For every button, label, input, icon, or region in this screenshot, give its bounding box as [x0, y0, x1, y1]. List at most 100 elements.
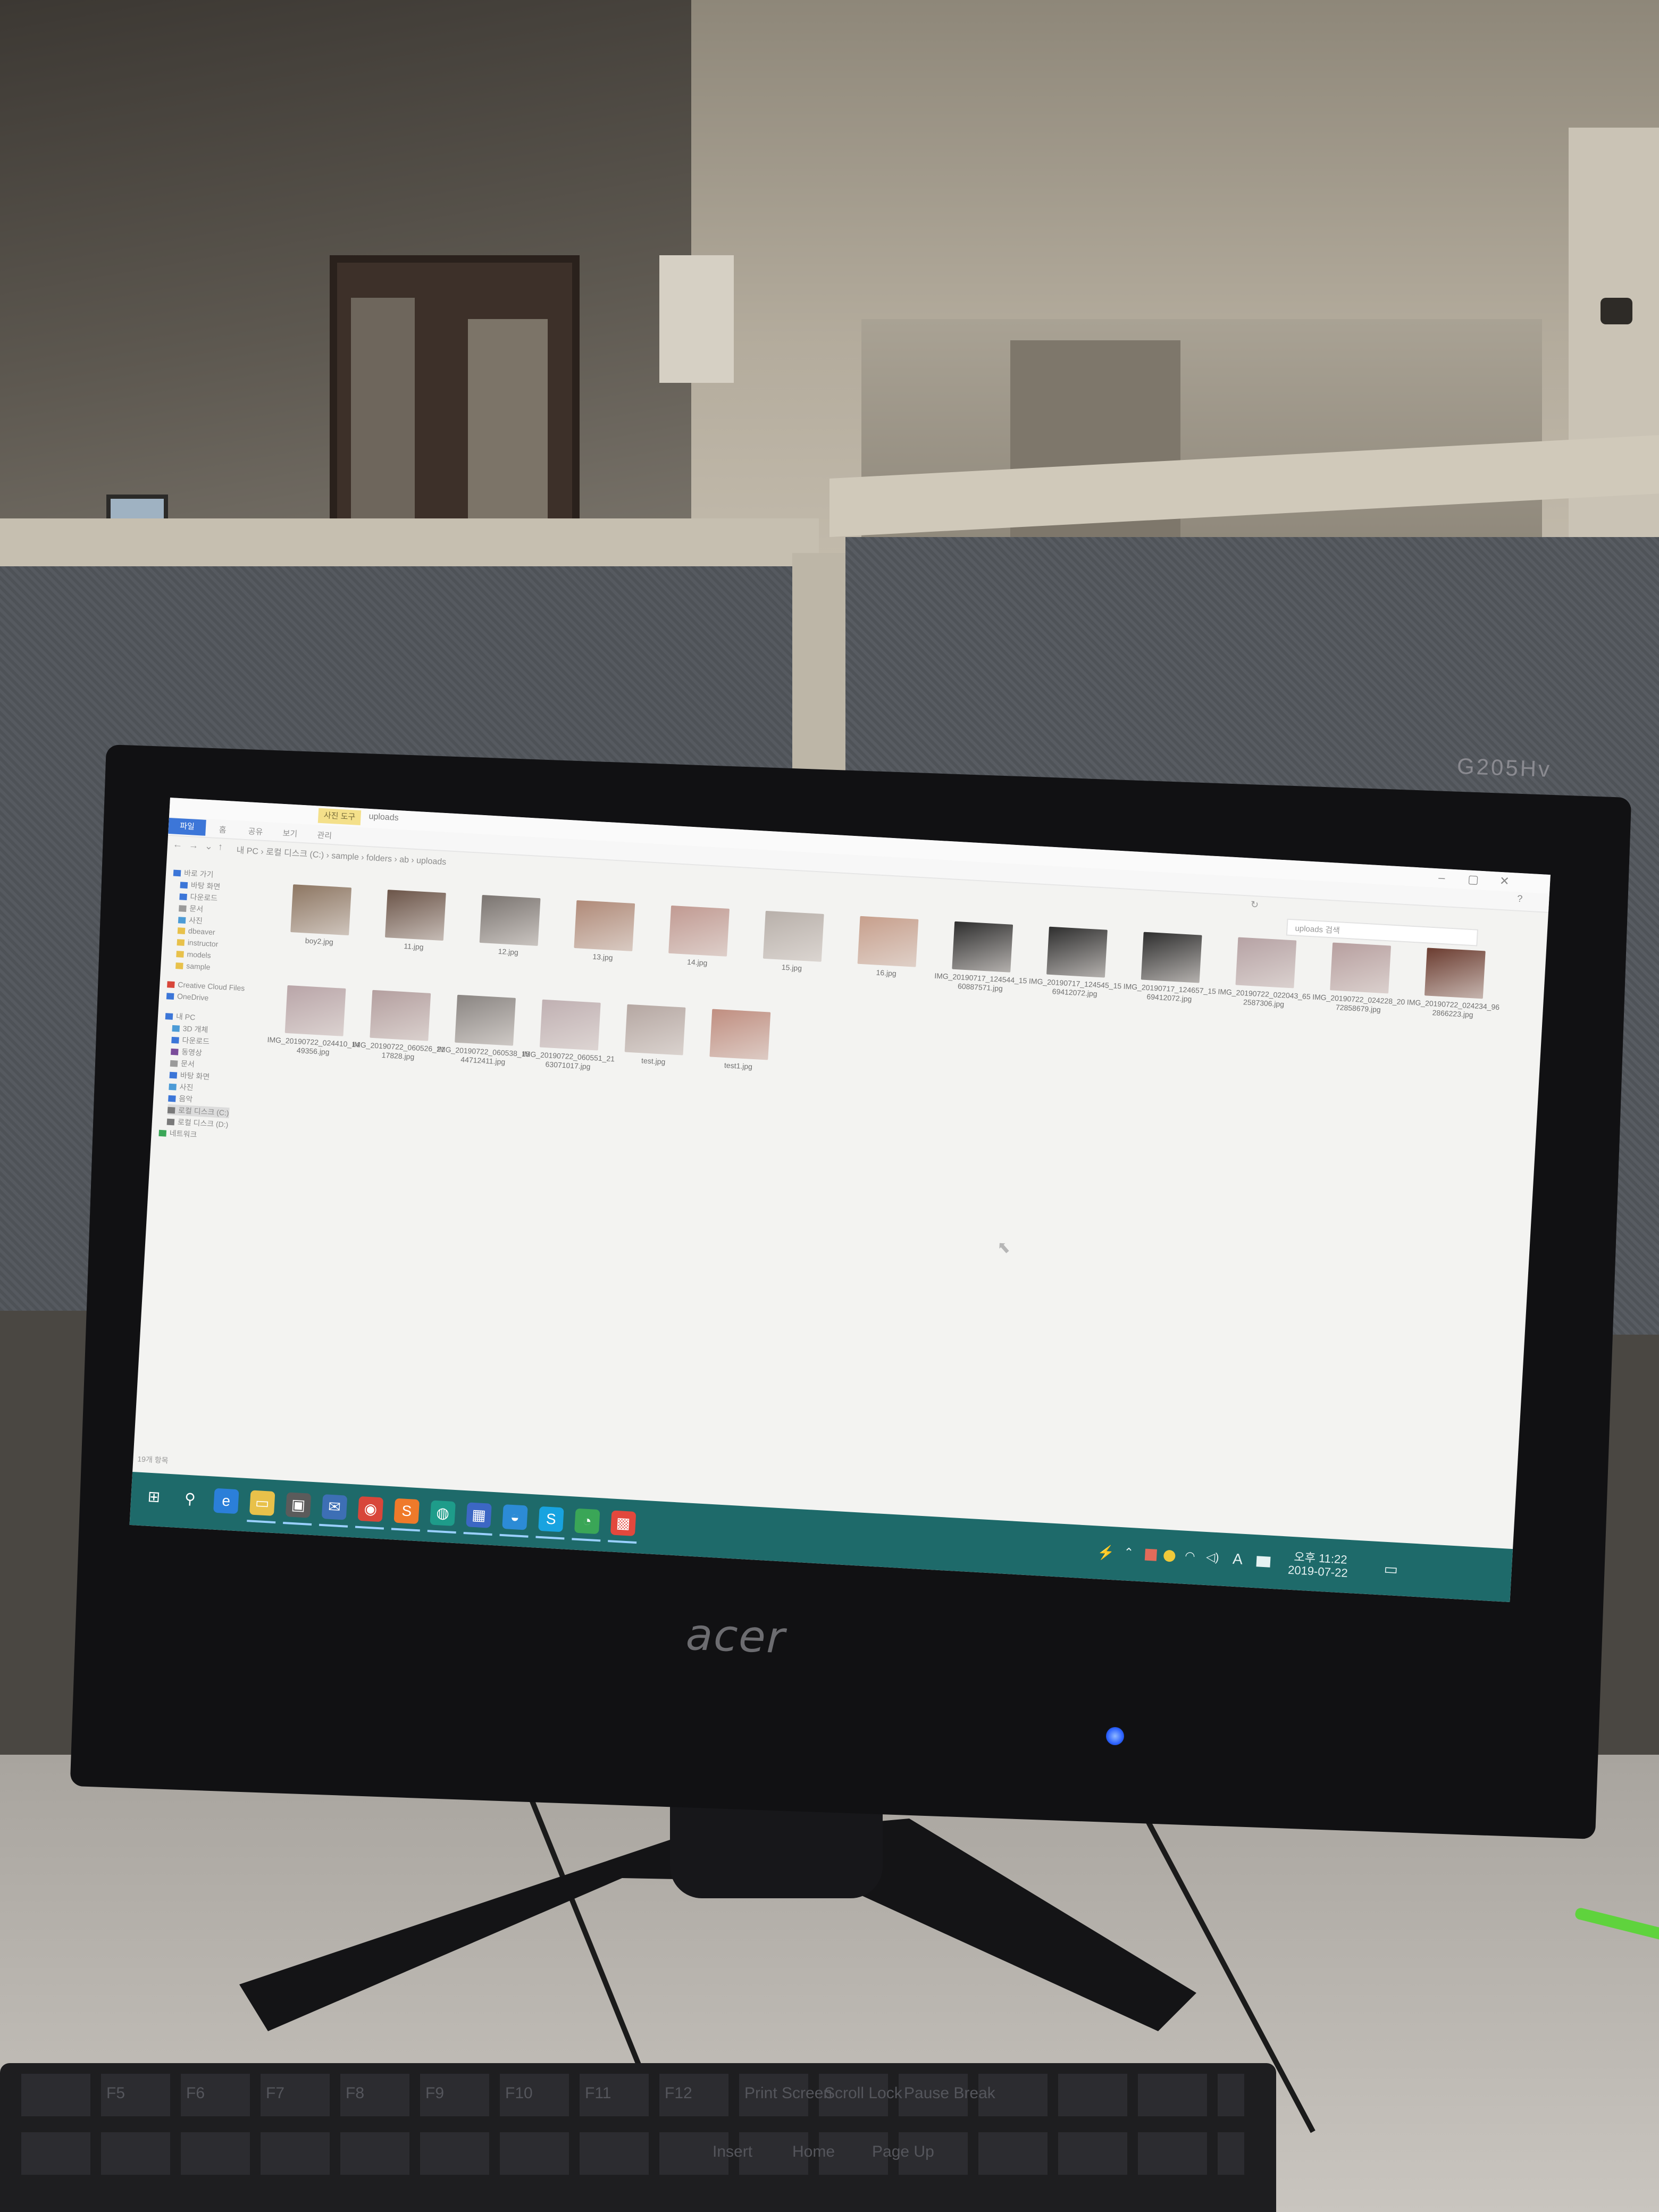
breadcrumb-item[interactable]: 내 PC — [236, 846, 258, 856]
breadcrumb-item[interactable]: sample — [331, 851, 359, 862]
file-thumbnail[interactable] — [668, 905, 730, 957]
ribbon-tab-home[interactable]: 홈 — [219, 824, 227, 835]
app-red-icon[interactable]: ▩ — [610, 1510, 636, 1536]
app-globe-icon[interactable]: ◒ — [502, 1504, 528, 1530]
breadcrumb-item[interactable]: folders — [366, 853, 392, 864]
mail-icon[interactable]: ✉ — [321, 1494, 348, 1520]
sublime-icon[interactable]: S — [393, 1498, 420, 1524]
chrome-icon[interactable]: ◉ — [357, 1496, 384, 1522]
search-icon[interactable]: ⚲ — [177, 1486, 203, 1512]
file-item[interactable]: IMG_20190722_024234_962866223.jpg — [1405, 946, 1504, 1021]
help-icon[interactable]: ? — [1517, 893, 1523, 905]
ribbon-tab-share[interactable]: 공유 — [248, 825, 263, 837]
tray-app-icon[interactable] — [1163, 1549, 1176, 1562]
nav-item[interactable]: 동영상 — [170, 1046, 203, 1058]
skype-icon[interactable]: S — [538, 1506, 564, 1532]
file-thumbnail[interactable] — [539, 999, 601, 1051]
nav-item[interactable]: OneDrive — [166, 991, 209, 1002]
file-item[interactable]: IMG_20190722_060551_2163071017.jpg — [520, 999, 619, 1073]
app-blue-icon[interactable]: ▦ — [466, 1502, 492, 1528]
nav-item[interactable]: 음악 — [168, 1093, 193, 1105]
nav-item[interactable]: instructor — [177, 937, 219, 948]
file-thumbnail[interactable] — [1424, 948, 1486, 999]
ribbon-tab-view[interactable]: 보기 — [282, 827, 298, 840]
ribbon-file-tab[interactable]: 파일 — [168, 817, 206, 836]
file-item[interactable]: test.jpg — [605, 1003, 704, 1069]
file-item[interactable]: IMG_20190722_022043_652587306.jpg — [1216, 936, 1315, 1011]
file-thumbnail[interactable] — [574, 900, 635, 951]
picture-tools-tab[interactable]: 사진 도구 — [317, 808, 362, 826]
file-item[interactable]: IMG_20190722_024228_2072858679.jpg — [1310, 942, 1410, 1016]
nav-item[interactable]: sample — [175, 961, 211, 971]
file-item[interactable]: 13.jpg — [555, 899, 653, 965]
tray-chevron-icon[interactable]: ⌃ — [1124, 1545, 1134, 1560]
file-thumbnail[interactable] — [284, 985, 346, 1036]
file-item[interactable]: 12.jpg — [460, 894, 559, 959]
nav-item[interactable]: 3D 개체 — [172, 1023, 208, 1035]
file-thumbnail[interactable] — [370, 990, 431, 1041]
store-icon[interactable]: ▣ — [285, 1492, 312, 1518]
edge-icon[interactable]: e — [213, 1488, 239, 1514]
nav-item[interactable]: 바로 가기 — [173, 867, 214, 880]
nav-item[interactable]: 내 PC — [165, 1010, 196, 1023]
nav-item[interactable]: 다운로드 — [171, 1034, 210, 1047]
ribbon-tab-manage[interactable]: 관리 — [317, 830, 332, 842]
start-icon[interactable]: ⊞ — [141, 1484, 166, 1510]
nav-item[interactable]: dbeaver — [177, 926, 215, 936]
file-item[interactable]: test1.jpg — [690, 1008, 789, 1074]
nav-item[interactable]: 바탕 화면 — [180, 879, 221, 892]
file-item[interactable]: IMG_20190717_124544_1560887571.jpg — [932, 920, 1032, 995]
file-item[interactable]: boy2.jpg — [271, 883, 370, 949]
nav-item[interactable]: 문서 — [170, 1058, 195, 1070]
clock-date[interactable]: 2019-07-22 — [1287, 1563, 1348, 1580]
file-item[interactable]: IMG_20190717_124545_1569412072.jpg — [1027, 926, 1126, 1000]
file-thumbnail[interactable] — [952, 921, 1013, 973]
file-thumbnail[interactable] — [709, 1009, 771, 1060]
nav-item[interactable]: Creative Cloud Files — [167, 979, 245, 992]
file-item[interactable]: IMG_20190722_024410_1449356.jpg — [265, 984, 364, 1059]
nav-item[interactable]: 바탕 화면 — [169, 1069, 210, 1082]
close-icon[interactable]: ✕ — [1499, 874, 1510, 889]
breadcrumb-item[interactable]: ab — [399, 855, 409, 865]
app-green-icon[interactable]: ◍ — [430, 1500, 456, 1526]
file-thumbnail[interactable] — [1046, 926, 1108, 978]
file-explorer-icon[interactable]: ▭ — [249, 1490, 275, 1516]
nav-item[interactable]: models — [176, 949, 211, 960]
file-item[interactable]: 15.jpg — [744, 910, 843, 975]
nav-item[interactable]: 문서 — [179, 902, 204, 915]
wifi-icon[interactable]: ◠ — [1185, 1549, 1196, 1563]
kakao-icon[interactable]: ◔ — [574, 1508, 600, 1535]
file-item[interactable]: 11.jpg — [366, 889, 465, 954]
file-thumbnail[interactable] — [1235, 937, 1297, 988]
tray-app-icon[interactable] — [1144, 1548, 1157, 1561]
file-thumbnail[interactable] — [384, 890, 446, 941]
forward-arrow-icon[interactable]: → — [188, 840, 199, 851]
back-arrow-icon[interactable]: ← — [173, 839, 183, 850]
file-thumbnail[interactable] — [624, 1004, 686, 1055]
file-thumbnail[interactable] — [290, 884, 352, 936]
keyboard-layout-icon[interactable] — [1256, 1556, 1271, 1568]
file-thumbnail[interactable] — [1141, 932, 1202, 983]
refresh-icon[interactable]: ↻ — [1250, 899, 1259, 911]
file-item[interactable]: 16.jpg — [838, 915, 937, 981]
file-item[interactable]: IMG_20190722_060526_2117828.jpg — [350, 989, 449, 1063]
breadcrumb-item[interactable]: uploads — [416, 856, 447, 867]
recent-chevron-icon[interactable]: ⌄ — [204, 841, 213, 852]
nav-item[interactable]: 사진 — [169, 1081, 194, 1093]
nav-item[interactable]: 다운로드 — [179, 891, 218, 903]
minimize-icon[interactable]: – — [1438, 870, 1446, 885]
notification-icon[interactable]: ▭ — [1384, 1560, 1398, 1578]
power-led-icon[interactable] — [1106, 1727, 1124, 1745]
maximize-icon[interactable]: ▢ — [1468, 872, 1479, 886]
file-thumbnail[interactable] — [1330, 942, 1392, 994]
file-thumbnail[interactable] — [455, 994, 516, 1046]
file-thumbnail[interactable] — [857, 916, 919, 967]
file-item[interactable]: IMG_20190722_060538_1544712411.jpg — [435, 994, 534, 1068]
file-thumbnail[interactable] — [763, 910, 824, 962]
network-icon[interactable]: ⚡ — [1097, 1544, 1115, 1562]
breadcrumb-item[interactable]: 로컬 디스크 (C:) — [266, 848, 324, 860]
file-thumbnail[interactable] — [479, 895, 541, 946]
up-arrow-icon[interactable]: ↑ — [217, 841, 223, 852]
file-item[interactable]: IMG_20190717_124657_1569412072.jpg — [1121, 931, 1221, 1006]
nav-item[interactable]: 사진 — [178, 914, 203, 926]
